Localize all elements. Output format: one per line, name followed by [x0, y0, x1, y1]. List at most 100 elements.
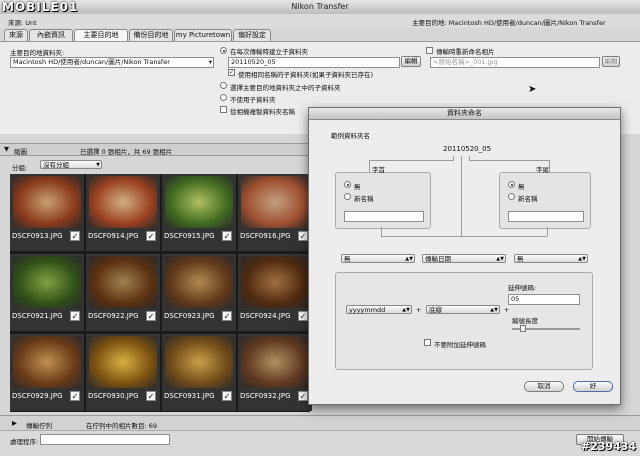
thumbnail-photo — [241, 336, 309, 388]
thumbnail-filename: DSCF0915.JPG — [164, 232, 215, 240]
suffix-none-radio[interactable] — [508, 181, 515, 188]
suffix-name-field[interactable] — [508, 211, 584, 222]
ok-button[interactable]: 好 — [573, 381, 613, 392]
separator-select[interactable]: 底線 ▲▼ — [426, 305, 500, 314]
chevron-down-icon: ▲▼ — [402, 307, 410, 313]
queue-bar: ▶ 傳輸佇列 在佇列中的相片數目: 69 — [0, 415, 640, 430]
thumbnail-cell[interactable]: DSCF0914.JPG ✓ — [86, 174, 160, 251]
suffix-label: 字尾 — [536, 166, 549, 174]
tab-my-picturetown[interactable]: my Picturetown — [174, 29, 232, 41]
choose-subfolder-label: 選擇主要目的地資料夾之中的子資料夾 — [230, 84, 341, 92]
thumbnail-filename: DSCF0929.JPG — [12, 392, 63, 400]
segment-3-select[interactable]: 無 ▲▼ — [514, 254, 588, 263]
thumbnail-cell[interactable]: DSCF0932.JPG ✓ — [238, 334, 312, 411]
mouse-cursor-icon: ➤ — [528, 84, 537, 95]
connector-line — [381, 236, 547, 237]
tab-backup-destination[interactable]: 備份目的地 — [129, 29, 173, 41]
thumbnail-filename: DSCF0930.JPG — [88, 392, 139, 400]
prefix-none-radio[interactable] — [344, 181, 351, 188]
segment-2-select[interactable]: 傳輸日期 ▲▼ — [422, 254, 506, 263]
thumbnail-cell[interactable]: DSCF0923.JPG ✓ — [162, 254, 236, 331]
thumbnail-photo — [241, 176, 309, 228]
thumbnail-cell[interactable]: DSCF0921.JPG ✓ — [10, 254, 84, 331]
thumbnail-cell[interactable]: DSCF0922.JPG ✓ — [86, 254, 160, 331]
process-field — [40, 434, 170, 445]
thumbnail-photo — [165, 256, 233, 308]
connector-line — [369, 160, 370, 172]
number-length-label: 編號長度 — [512, 317, 538, 325]
connector-line — [453, 156, 454, 161]
segment-1-select[interactable]: 無 ▲▼ — [341, 254, 415, 263]
thumbnail-photo — [89, 176, 157, 228]
thumbnail-checkbox[interactable]: ✓ — [298, 311, 308, 321]
selected-count: 已選擇 0 張相片，共 69 張相片 — [80, 148, 173, 156]
thumbnail-photo — [89, 256, 157, 308]
thumbnail-grid: DSCF0913.JPG ✓ DSCF0914.JPG ✓ DSCF0915.JPG ✓ D… — [10, 174, 312, 412]
rename-checkbox[interactable] — [426, 47, 433, 54]
rename-edit-button[interactable]: 編輯 — [602, 56, 620, 67]
thumbnail-checkbox[interactable]: ✓ — [222, 231, 232, 241]
window-title: Nikon Transfer — [291, 2, 349, 11]
thumbnail-checkbox[interactable]: ✓ — [222, 391, 232, 401]
tab-source[interactable]: 來源 — [4, 29, 28, 41]
thumbnail-cell[interactable]: DSCF0931.JPG ✓ — [162, 334, 236, 411]
copy-folder-name-checkbox[interactable] — [220, 106, 227, 113]
thumbnail-checkbox[interactable]: ✓ — [146, 231, 156, 241]
play-triangle-icon[interactable]: ▶ — [12, 419, 17, 427]
source-status: 來源: Unt — [8, 19, 37, 27]
thumbnail-checkbox[interactable]: ✓ — [298, 391, 308, 401]
triangle-down-icon[interactable]: ▼ — [4, 145, 9, 153]
thumbnail-filename: DSCF0931.JPG — [164, 392, 215, 400]
thumbnail-filename: DSCF0921.JPG — [12, 312, 63, 320]
tab-preferences[interactable]: 偏好設定 — [233, 29, 271, 41]
thumbnail-section-label: 縮圖 — [14, 148, 27, 156]
create-subfolder-radio[interactable] — [220, 47, 227, 54]
tab-primary-destination[interactable]: 主要目的地 — [74, 29, 128, 41]
connector-line — [469, 160, 549, 161]
extend-number-field[interactable]: 05 — [508, 294, 580, 305]
thumbnail-cell[interactable]: DSCF0929.JPG ✓ — [10, 334, 84, 411]
slider-handle[interactable] — [520, 325, 526, 332]
prefix-name-field[interactable] — [344, 211, 424, 222]
thumbnail-checkbox[interactable]: ✓ — [70, 391, 80, 401]
thumbnail-filename: DSCF0922.JPG — [88, 312, 139, 320]
thumbnail-checkbox[interactable]: ✓ — [146, 391, 156, 401]
bottom-row: 處理程序: 開始傳輸 — [0, 430, 640, 456]
folder-select[interactable]: Macintosh HD/使用者/duncan/圖片/Nikon Transfe… — [10, 57, 214, 68]
group-select[interactable]: 沒有分組 ▼ — [40, 160, 102, 169]
thumbnail-checkbox[interactable]: ✓ — [70, 231, 80, 241]
thumbnail-cell[interactable]: DSCF0924.JPG ✓ — [238, 254, 312, 331]
dialog-title: 資料夾命名 — [309, 108, 620, 120]
date-format-select[interactable]: yyyymmdd ▲▼ — [346, 305, 412, 314]
rename-pattern-field[interactable]: <原始名稱>_001.jpg — [430, 57, 600, 68]
prefix-new-name-radio[interactable] — [344, 193, 351, 200]
choose-subfolder-radio[interactable] — [220, 82, 227, 89]
no-extend-checkbox[interactable] — [424, 339, 431, 346]
cancel-button[interactable]: 取消 — [524, 381, 564, 392]
thumbnail-photo — [89, 336, 157, 388]
no-extend-label: 不要附加延伸號碼 — [434, 341, 486, 349]
edit-subfolder-button[interactable]: 編輯 — [401, 56, 421, 67]
suffix-none-label: 無 — [518, 183, 525, 191]
thumbnail-checkbox[interactable]: ✓ — [222, 311, 232, 321]
thumbnail-cell[interactable]: DSCF0930.JPG ✓ — [86, 334, 160, 411]
thumbnail-cell[interactable]: DSCF0915.JPG ✓ — [162, 174, 236, 251]
chevron-down-icon: ▾ — [208, 58, 212, 66]
thumbnail-checkbox[interactable]: ✓ — [146, 311, 156, 321]
queue-label: 傳輸佇列 — [26, 422, 52, 430]
suffix-group: 字尾 無 新名稱 — [499, 166, 591, 229]
no-subfolder-radio[interactable] — [220, 94, 227, 101]
folder-naming-dialog: 資料夾命名 範例資料夾名 20110520_05 字首 無 新名稱 字尾 無 新… — [308, 107, 621, 405]
thumbnail-filename: DSCF0913.JPG — [12, 232, 63, 240]
thumbnail-checkbox[interactable]: ✓ — [70, 311, 80, 321]
use-same-name-checkbox[interactable]: ✓ — [228, 69, 235, 76]
tab-embedded-info[interactable]: 內嵌資訊 — [29, 29, 73, 41]
thumbnail-photo — [165, 176, 233, 228]
thumbnail-cell[interactable]: DSCF0916.JPG ✓ — [238, 174, 312, 251]
thumbnail-checkbox[interactable]: ✓ — [298, 231, 308, 241]
subfolder-name-field[interactable]: 20110520_05 — [228, 57, 400, 68]
title-bar: Nikon Transfer — [0, 0, 640, 15]
suffix-new-name-radio[interactable] — [508, 193, 515, 200]
thumbnail-cell[interactable]: DSCF0913.JPG ✓ — [10, 174, 84, 251]
connector-line — [461, 156, 462, 236]
